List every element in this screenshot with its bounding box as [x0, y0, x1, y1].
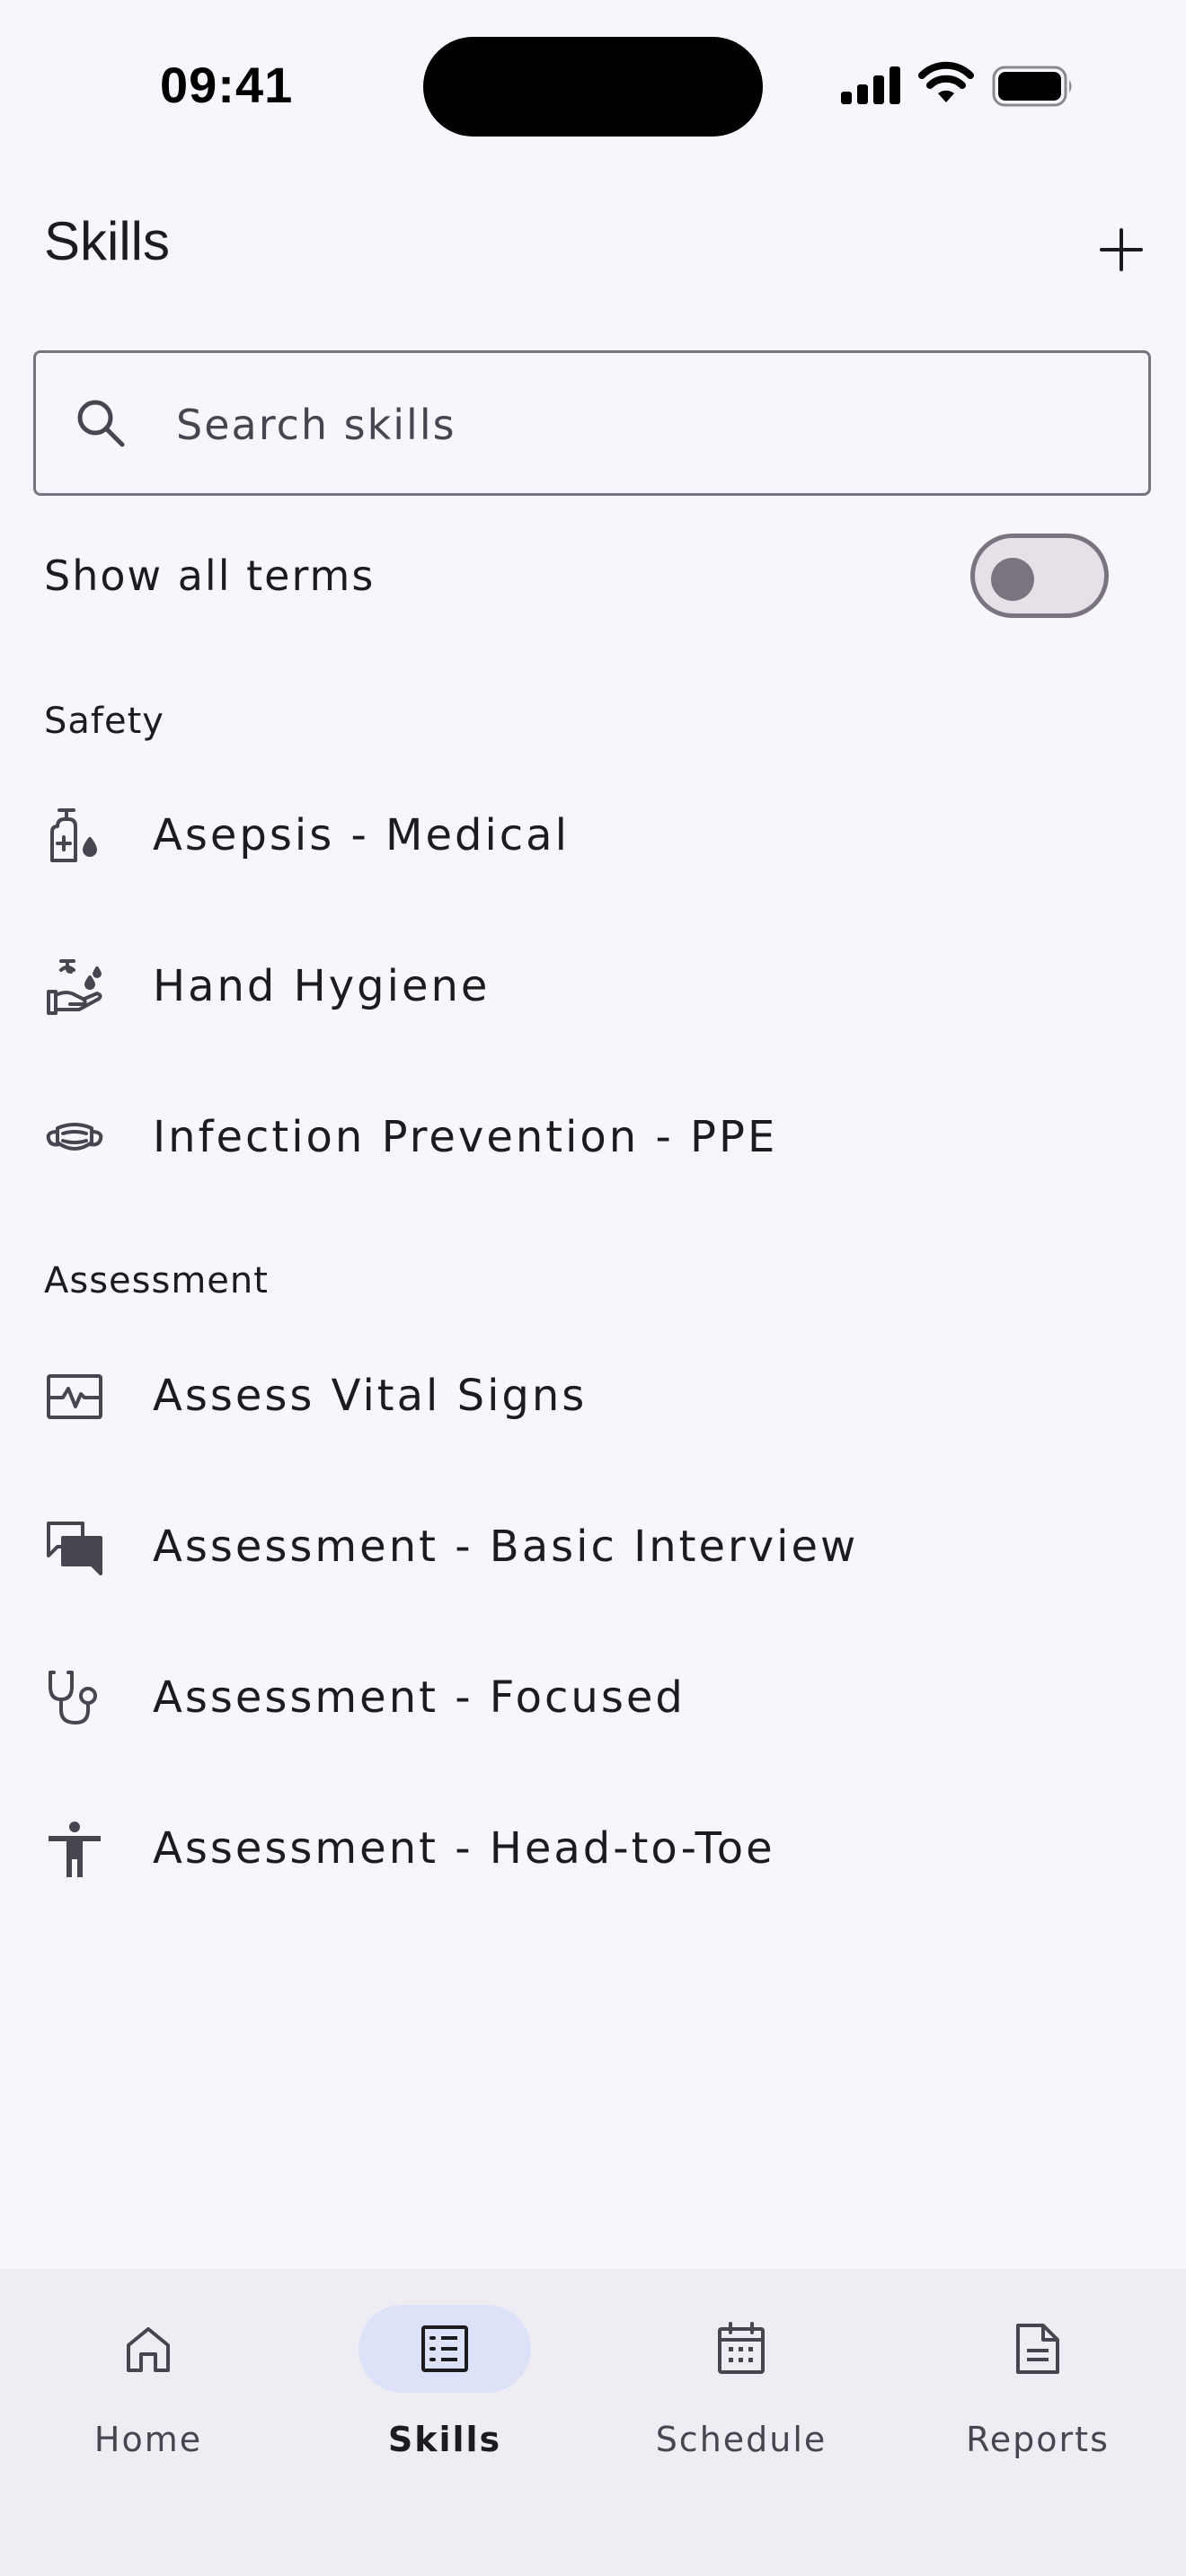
mask-icon — [43, 1107, 106, 1169]
list-item-label: Asepsis - Medical — [153, 810, 570, 860]
show-all-terms-label: Show all terms — [44, 551, 376, 600]
nav-label: Home — [93, 2420, 203, 2459]
search-box[interactable] — [33, 350, 1151, 496]
page-title: Skills — [44, 211, 171, 271]
dynamic-island — [423, 37, 763, 137]
list-icon — [421, 2325, 468, 2372]
calendar-icon — [718, 2322, 765, 2374]
list-item-label: Assess Vital Signs — [153, 1371, 588, 1421]
list-item-head-to-toe[interactable]: Assessment - Head-to-Toe — [0, 1782, 1186, 1917]
hand-wash-icon — [43, 956, 106, 1019]
battery-icon — [992, 66, 1072, 107]
plus-icon — [1100, 228, 1143, 271]
list-item-label: Assessment - Basic Interview — [153, 1522, 859, 1572]
section-header-assessment: Assessment — [44, 1260, 269, 1301]
app-bar: Skills — [0, 198, 1186, 287]
list-item-label: Infection Prevention - PPE — [153, 1112, 778, 1162]
list-item-basic-interview[interactable]: Assessment - Basic Interview — [0, 1480, 1186, 1615]
sanitizer-icon — [43, 805, 106, 868]
nav-indicator — [62, 2305, 235, 2393]
add-skill-button[interactable] — [1087, 216, 1155, 284]
list-item-assess-vital-signs[interactable]: Assess Vital Signs — [0, 1329, 1186, 1464]
status-time: 09:41 — [160, 57, 294, 113]
list-item-assessment-focused[interactable]: Assessment - Focused — [0, 1631, 1186, 1766]
list-item-label: Assessment - Focused — [153, 1672, 686, 1723]
list-item-infection-prevention-ppe[interactable]: Infection Prevention - PPE — [0, 1071, 1186, 1205]
chat-bubbles-icon — [43, 1516, 106, 1579]
nav-indicator — [951, 2305, 1124, 2393]
vital-signs-icon — [43, 1365, 106, 1428]
section-header-safety: Safety — [44, 701, 164, 742]
home-icon — [127, 2327, 170, 2372]
list-item-hand-hygiene[interactable]: Hand Hygiene — [0, 920, 1186, 1054]
list-item-asepsis-medical[interactable]: Asepsis - Medical — [0, 769, 1186, 904]
nav-item-reports[interactable]: Reports — [930, 2305, 1146, 2475]
switch-thumb — [991, 558, 1034, 601]
search-input[interactable] — [174, 393, 1076, 457]
list-item-label: Hand Hygiene — [153, 961, 491, 1011]
nav-label: Reports — [966, 2420, 1110, 2459]
list-item-label: Assessment - Head-to-Toe — [153, 1823, 775, 1874]
nav-label: Schedule — [655, 2420, 828, 2459]
nav-indicator-active — [358, 2305, 531, 2393]
nav-item-schedule[interactable]: Schedule — [633, 2305, 849, 2475]
person-icon — [43, 1818, 106, 1881]
wifi-icon — [918, 61, 974, 102]
cellular-signal-icon — [841, 66, 900, 104]
nav-label: Skills — [387, 2420, 502, 2459]
search-icon — [77, 400, 125, 447]
nav-item-skills[interactable]: Skills — [337, 2305, 553, 2475]
stethoscope-icon — [43, 1667, 106, 1730]
bottom-navigation: Home Skills Schedule Reports — [0, 2269, 1186, 2576]
show-all-terms-switch[interactable] — [970, 534, 1109, 618]
show-all-terms-row: Show all terms — [0, 528, 1186, 627]
status-bar: 09:41 — [0, 0, 1186, 171]
nav-indicator — [655, 2305, 828, 2393]
document-icon — [1016, 2324, 1059, 2374]
nav-item-home[interactable]: Home — [40, 2305, 256, 2475]
